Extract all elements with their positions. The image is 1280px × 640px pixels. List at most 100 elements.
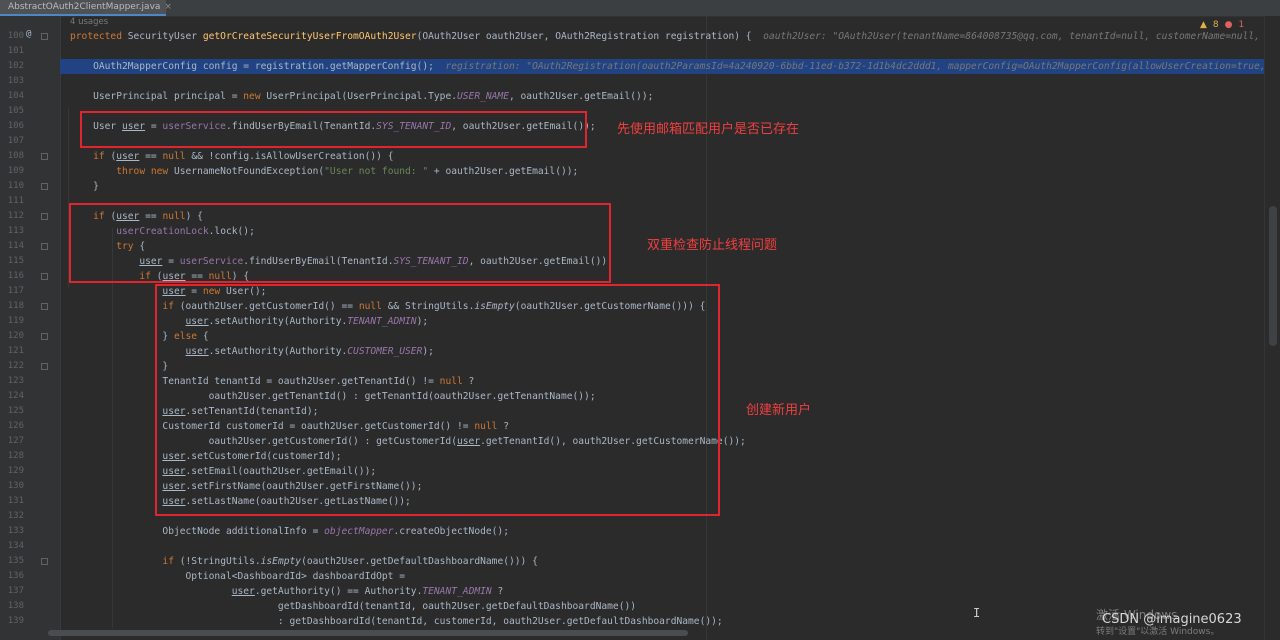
line-number: 115: [7, 256, 24, 266]
code-line[interactable]: user.setCustomerId(customerId);: [60, 449, 1274, 464]
code-line[interactable]: [60, 194, 1274, 209]
code-line[interactable]: } else {: [60, 329, 1274, 344]
annotation-double-check-note: 双重检查防止线程问题: [647, 238, 778, 253]
code-line[interactable]: user = new User();: [60, 284, 1274, 299]
editor-tab-bar: AbstractOAuth2ClientMapper.java ×: [0, 0, 1280, 17]
code-line[interactable]: if (oauth2User.getCustomerId() == null &…: [60, 299, 1274, 314]
line-number: 134: [7, 541, 24, 551]
line-number: 104: [7, 91, 24, 101]
line-number: 131: [7, 496, 24, 506]
override-marker-icon[interactable]: @: [26, 29, 31, 39]
code-line[interactable]: [60, 509, 1274, 524]
line-number: 139: [7, 616, 24, 626]
line-number: 129: [7, 466, 24, 476]
code-line[interactable]: TenantId tenantId = oauth2User.getTenant…: [60, 374, 1274, 389]
scrollbar-thumb[interactable]: [1269, 206, 1277, 346]
error-count: 1: [1238, 20, 1245, 30]
line-number-gutter: 100 101 102 103 104 105 106 107 108 109 110 111 112 1…: [0, 16, 61, 640]
code-line[interactable]: oauth2User.getTenantId() : getTenantId(o…: [60, 389, 1274, 404]
line-number: 124: [7, 391, 24, 401]
code-line[interactable]: [60, 104, 1274, 119]
code-line[interactable]: CustomerId customerId = oauth2User.getCu…: [60, 419, 1274, 434]
line-number: 108: [7, 151, 24, 161]
line-number: 138: [7, 601, 24, 611]
annotation-create-user-note: 创建新用户: [746, 403, 812, 418]
horizontal-scrollbar[interactable]: [48, 630, 688, 636]
line-number: 123: [7, 376, 24, 386]
fold-marker-icon[interactable]: [41, 363, 48, 370]
line-number: 114: [7, 241, 24, 251]
line-number: 105: [7, 106, 24, 116]
csdn-watermark: CSDN @imagine0623: [1102, 612, 1242, 627]
fold-marker-icon[interactable]: [41, 183, 48, 190]
fold-marker-icon[interactable]: [41, 333, 48, 340]
code-line[interactable]: user.setEmail(oauth2User.getEmail());: [60, 464, 1274, 479]
code-line[interactable]: ObjectNode additionalInfo = objectMapper…: [60, 524, 1274, 539]
code-line[interactable]: if (user == null) {: [60, 209, 1274, 224]
line-number: 102: [7, 61, 24, 71]
vertical-scrollbar[interactable]: [1264, 16, 1280, 640]
fold-marker-icon[interactable]: [41, 33, 48, 40]
fold-marker-icon[interactable]: [41, 213, 48, 220]
warning-count: 8: [1212, 20, 1219, 30]
code-line[interactable]: user.getAuthority() == Authority.TENANT_…: [60, 584, 1274, 599]
error-icon: ●: [1224, 20, 1233, 30]
code-line[interactable]: user.setLastName(oauth2User.getLastName(…: [60, 494, 1274, 509]
code-line[interactable]: getDashboardId(tenantId, oauth2User.getD…: [60, 599, 1274, 614]
code-line[interactable]: user = userService.findUserByEmail(Tenan…: [60, 254, 1274, 269]
code-line[interactable]: [60, 44, 1274, 59]
fold-marker-icon[interactable]: [41, 303, 48, 310]
line-number: 100: [7, 31, 24, 41]
line-number: 103: [7, 76, 24, 86]
file-tab[interactable]: AbstractOAuth2ClientMapper.java ×: [0, 0, 172, 16]
line-number: 135: [7, 556, 24, 566]
code-line[interactable]: user.setFirstName(oauth2User.getFirstNam…: [60, 479, 1274, 494]
code-line[interactable]: UserPrincipal principal = new UserPrinci…: [60, 89, 1274, 104]
fold-marker-icon[interactable]: [41, 558, 48, 565]
close-tab-icon[interactable]: ×: [164, 2, 172, 12]
line-number: 121: [7, 346, 24, 356]
code-line[interactable]: if (user == null) {: [60, 269, 1274, 284]
usages-hint[interactable]: 4 usages: [70, 16, 108, 28]
line-number: 106: [7, 121, 24, 131]
code-line[interactable]: protected SecurityUser getOrCreateSecuri…: [60, 29, 1280, 44]
line-number: 118: [7, 301, 24, 311]
code-line[interactable]: [60, 74, 1274, 89]
code-line[interactable]: throw new UsernameNotFoundException("Use…: [60, 164, 1274, 179]
line-number: 136: [7, 571, 24, 581]
mouse-cursor: I: [973, 606, 981, 620]
code-line[interactable]: if (!StringUtils.isEmpty(oauth2User.getD…: [60, 554, 1274, 569]
line-number: 101: [7, 46, 24, 56]
line-number: 125: [7, 406, 24, 416]
code-line[interactable]: user.setAuthority(Authority.CUSTOMER_USE…: [60, 344, 1274, 359]
fold-marker-icon[interactable]: [41, 243, 48, 250]
line-number: 119: [7, 316, 24, 326]
line-number: 107: [7, 136, 24, 146]
line-number: 117: [7, 286, 24, 296]
line-number: 130: [7, 481, 24, 491]
warning-triangle-icon: ▲: [1200, 20, 1207, 30]
code-editor[interactable]: protected SecurityUser getOrCreateSecuri…: [60, 16, 1280, 640]
annotation-lookup-note: 先使用邮箱匹配用户是否已存在: [617, 122, 800, 137]
fold-marker-icon[interactable]: [41, 153, 48, 160]
code-line[interactable]: : getDashboardId(tenantId, customerId, o…: [60, 614, 1274, 629]
code-line[interactable]: oauth2User.getCustomerId() : getCustomer…: [60, 434, 1274, 449]
code-line[interactable]: user.setTenantId(tenantId);: [60, 404, 1274, 419]
line-number: 133: [7, 526, 24, 536]
line-number: 128: [7, 451, 24, 461]
line-number: 113: [7, 226, 24, 236]
line-number: 109: [7, 166, 24, 176]
code-line[interactable]: }: [60, 179, 1274, 194]
current-line[interactable]: OAuth2MapperConfig config = registration…: [60, 59, 1280, 74]
line-number: 110: [7, 181, 24, 191]
code-line[interactable]: }: [60, 359, 1274, 374]
inspection-widget[interactable]: ▲ 8 ● 1: [1200, 20, 1244, 30]
fold-marker-icon[interactable]: [41, 273, 48, 280]
line-number: 112: [7, 211, 24, 221]
code-line[interactable]: Optional<DashboardId> dashboardIdOpt =: [60, 569, 1274, 584]
code-line[interactable]: user.setAuthority(Authority.TENANT_ADMIN…: [60, 314, 1274, 329]
line-number: 127: [7, 436, 24, 446]
line-number: 132: [7, 511, 24, 521]
code-line[interactable]: [60, 539, 1274, 554]
code-line[interactable]: if (user == null && !config.isAllowUserC…: [60, 149, 1274, 164]
